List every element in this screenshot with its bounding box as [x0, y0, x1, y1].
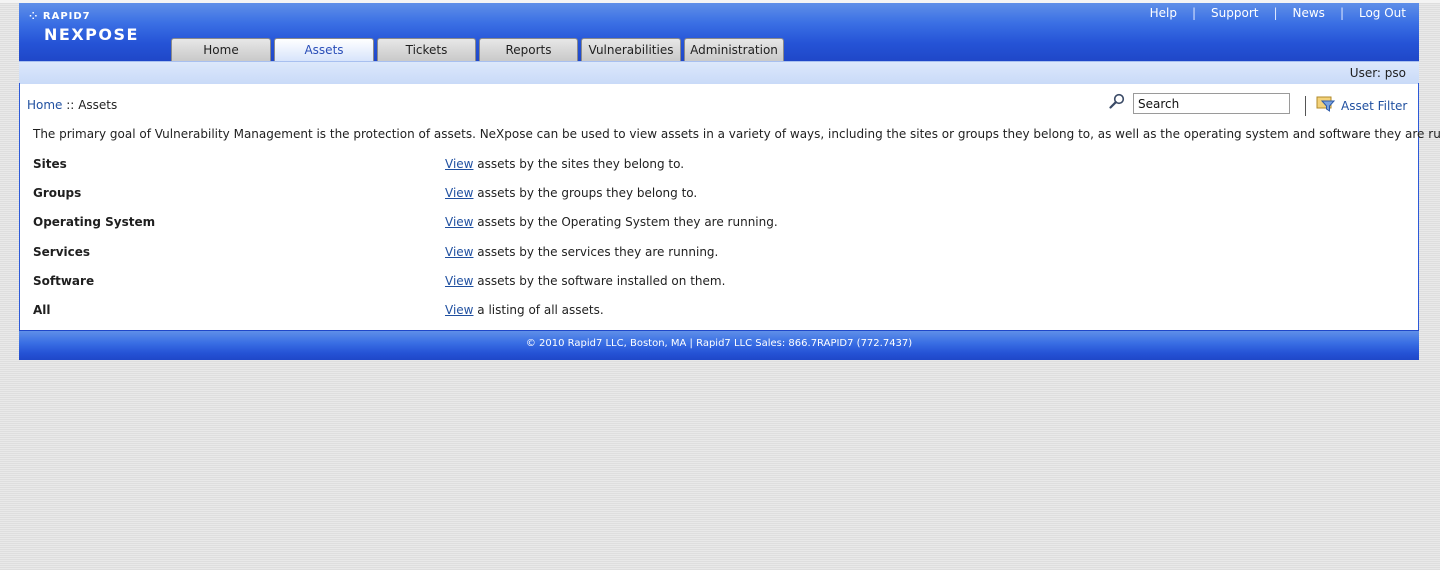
- list-item: Services View assets by the services the…: [33, 245, 1413, 263]
- help-link[interactable]: Help: [1150, 6, 1177, 20]
- view-text: assets by the Operating System they are …: [473, 215, 778, 229]
- view-label: Operating System: [33, 215, 156, 229]
- list-item: Groups View assets by the groups they be…: [33, 186, 1413, 204]
- tab-administration[interactable]: Administration: [684, 38, 784, 61]
- view-text: assets by the services they are running.: [473, 245, 719, 259]
- view-text: assets by the software installed on them…: [473, 274, 726, 288]
- tab-tickets[interactable]: Tickets: [377, 38, 476, 61]
- support-link[interactable]: Support: [1211, 6, 1258, 20]
- view-label: All: [33, 303, 51, 317]
- view-label: Groups: [33, 186, 82, 200]
- search-input[interactable]: [1133, 93, 1290, 114]
- rapid7-mark-icon: ⁘: [29, 11, 39, 22]
- list-item: Sites View assets by the sites they belo…: [33, 157, 1413, 175]
- view-description: View a listing of all assets.: [445, 303, 604, 317]
- company-logo: ⁘ RAPID7: [29, 11, 91, 22]
- list-item: Operating System View assets by the Oper…: [33, 215, 1413, 233]
- app-window: ⁘ RAPID7 NEXPOSE Help | Support | News |…: [19, 3, 1440, 360]
- breadcrumb-current: Assets: [78, 98, 118, 112]
- footer-bar: © 2010 Rapid7 LLC, Boston, MA | Rapid7 L…: [19, 330, 1419, 360]
- main-tabs: Home Assets Tickets Reports Vulnerabilit…: [171, 38, 784, 61]
- list-item: All View a listing of all assets.: [33, 303, 1413, 321]
- tab-vulnerabilities[interactable]: Vulnerabilities: [581, 38, 681, 61]
- logout-link[interactable]: Log Out: [1359, 6, 1406, 20]
- view-description: View assets by the services they are run…: [445, 245, 718, 259]
- view-link[interactable]: View: [445, 157, 473, 171]
- asset-filter-icon[interactable]: [1316, 95, 1336, 113]
- view-description: View assets by the sites they belong to.: [445, 157, 684, 171]
- user-label: User: pso: [1349, 66, 1406, 80]
- view-text: assets by the groups they belong to.: [473, 186, 698, 200]
- tab-home[interactable]: Home: [171, 38, 271, 61]
- breadcrumb: Home :: Assets: [27, 98, 117, 112]
- user-bar: User: pso: [19, 61, 1419, 84]
- top-links: Help | Support | News | Log Out: [1150, 6, 1406, 20]
- view-label: Services: [33, 245, 91, 259]
- view-label: Sites: [33, 157, 67, 171]
- company-name: RAPID7: [42, 11, 91, 22]
- intro-text: The primary goal of Vulnerability Manage…: [33, 127, 1440, 141]
- view-link[interactable]: View: [445, 274, 473, 288]
- news-link[interactable]: News: [1293, 6, 1325, 20]
- breadcrumb-home-link[interactable]: Home: [27, 98, 62, 112]
- view-label: Software: [33, 274, 95, 288]
- view-text: assets by the sites they belong to.: [473, 157, 685, 171]
- divider: [1305, 96, 1306, 116]
- view-link[interactable]: View: [445, 186, 473, 200]
- tab-reports[interactable]: Reports: [479, 38, 578, 61]
- header-bar: ⁘ RAPID7 NEXPOSE Help | Support | News |…: [19, 3, 1419, 61]
- product-logo: NEXPOSE: [44, 25, 139, 44]
- list-item: Software View assets by the software ins…: [33, 274, 1413, 292]
- asset-filter-link[interactable]: Asset Filter: [1341, 99, 1407, 113]
- footer-copyright: © 2010 Rapid7 LLC, Boston, MA | Rapid7 L…: [525, 338, 913, 349]
- view-link[interactable]: View: [445, 303, 473, 317]
- link-separator: |: [1191, 6, 1197, 20]
- search-icon[interactable]: [1109, 93, 1125, 109]
- view-description: View assets by the software installed on…: [445, 274, 725, 288]
- view-link[interactable]: View: [445, 245, 473, 259]
- tab-assets[interactable]: Assets: [274, 38, 374, 61]
- breadcrumb-separator: ::: [66, 98, 75, 112]
- view-description: View assets by the groups they belong to…: [445, 186, 697, 200]
- view-text: a listing of all assets.: [473, 303, 604, 317]
- link-separator: |: [1339, 6, 1344, 20]
- view-link[interactable]: View: [445, 215, 473, 229]
- main-content: Home :: Assets Asset Filter The primary …: [19, 83, 1440, 330]
- view-description: View assets by the Operating System they…: [445, 215, 778, 229]
- link-separator: |: [1273, 6, 1278, 20]
